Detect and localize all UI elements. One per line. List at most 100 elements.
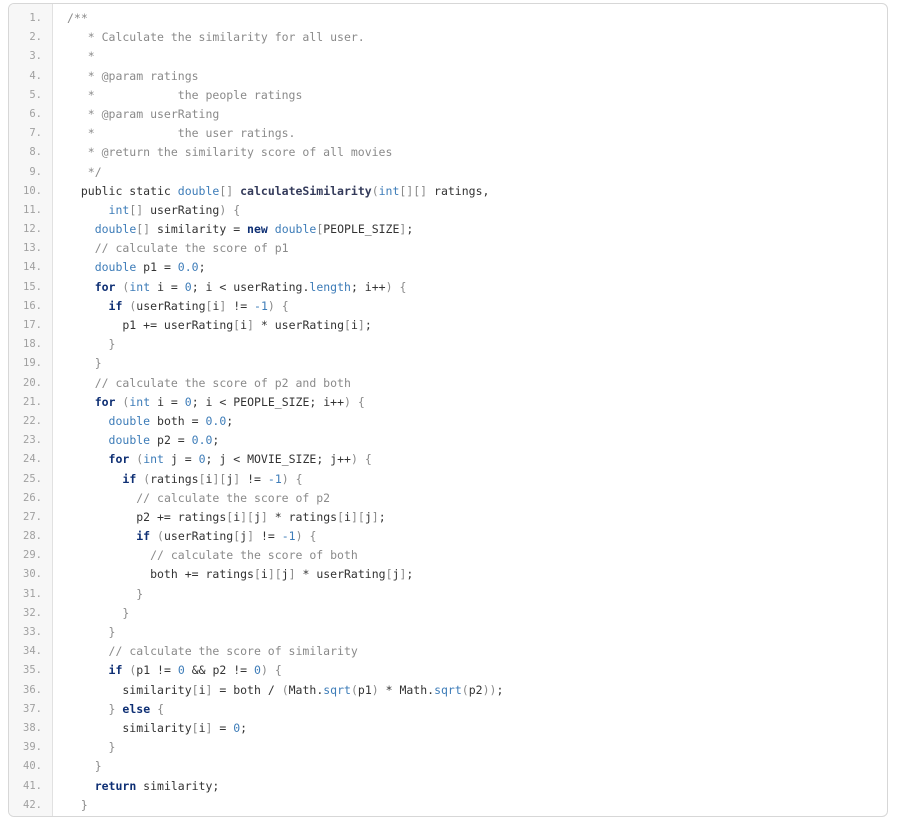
line-number: 39. [23,741,42,754]
line-number: 19. [23,357,42,370]
code-text: similarity[i] = 0; [67,720,248,735]
line-number: 27. [23,510,42,523]
code-line: 3. * [9,47,887,66]
code-text: return similarity; [94,778,220,793]
code-line: 5. * the people ratings [9,86,887,105]
code-text: if (userRating[i] != -1) { [108,298,289,313]
code-text: * @param ratings [67,68,199,83]
code-line: 31. } [9,585,887,604]
line-number: 3. [29,50,42,63]
code-text: // calculate the score of p2 and both [94,375,351,390]
code-line: 25. if (ratings[i][j] != -1) { [9,470,887,489]
code-line: 7. * the user ratings. [9,124,887,143]
code-line: 35. if (p1 != 0 && p2 != 0) { [9,661,887,680]
code-text: * the user ratings. [67,126,296,141]
code-line: 30. both += ratings[i][j] * userRating[j… [9,565,887,584]
code-text: double p2 = 0.0; [108,433,220,448]
code-text: * Calculate the similarity for all user. [67,30,365,45]
code-line: 19. } [9,354,887,373]
code-line: 33. } [9,623,887,642]
line-number: 4. [29,69,42,82]
code-text: */ [67,164,102,179]
code-text: // calculate the score of p1 [94,241,289,256]
code-lines: 1. /** 2. * Calculate the similarity for a… [9,9,887,815]
line-number: 40. [23,760,42,773]
code-line: 9. */ [9,163,887,182]
code-text: both += ratings[i][j] * userRating[j]; [67,567,414,582]
code-line: 24. for (int j = 0; j < MOVIE_SIZE; j++)… [9,450,887,469]
line-number: 2. [29,31,42,44]
code-line: 23. double p2 = 0.0; [9,431,887,450]
code-text: // calculate the score of both [150,548,358,563]
code-line: 18. } [9,335,887,354]
code-text: /** [67,11,88,25]
code-block: 1. /** 2. * Calculate the similarity for a… [8,3,888,817]
code-line: 27. p2 += ratings[i][j] * ratings[i][j]; [9,508,887,527]
line-number: 28. [23,530,42,543]
line-number: 36. [23,683,42,696]
line-number: 22. [23,414,42,427]
code-text: for (int j = 0; j < MOVIE_SIZE; j++) { [108,452,372,467]
code-text: p1 += userRating[i] * userRating[i]; [67,318,372,332]
code-text: * [67,49,95,64]
line-number: 11. [23,203,42,216]
code-text: } [108,337,116,352]
line-number: 32. [23,606,42,619]
code-text: for (int i = 0; i < PEOPLE_SIZE; i++) { [94,394,365,409]
code-line: 13. // calculate the score of p1 [9,239,887,258]
code-text: } [136,586,144,601]
code-text: if (p1 != 0 && p2 != 0) { [108,663,282,678]
code-line: 34. // calculate the score of similarity [9,642,887,661]
line-number: 5. [29,88,42,101]
line-number: 21. [23,395,42,408]
code-line: 4. * @param ratings [9,67,887,86]
code-text: } [108,740,116,755]
line-number: 31. [23,587,42,600]
code-line: 16. if (userRating[i] != -1) { [9,297,887,316]
line-number: 12. [23,223,42,236]
code-text: p2 += ratings[i][j] * ratings[i][j]; [67,509,386,524]
code-text: } [94,759,102,774]
code-line: 15. for (int i = 0; i < userRating.lengt… [9,278,887,297]
line-number: 20. [23,376,42,389]
code-line: 6. * @param userRating [9,105,887,124]
code-text: similarity[i] = both / (Math.sqrt(p1) * … [67,682,504,697]
code-line: 26. // calculate the score of p2 [9,489,887,508]
code-line: 37. } else { [9,700,887,719]
code-text: public static double[] calculateSimilari… [67,183,490,198]
code-text: int[] userRating) { [108,202,241,217]
line-number: 29. [23,549,42,562]
code-line: 14. double p1 = 0.0; [9,258,887,277]
code-text: * @return the similarity score of all mo… [67,145,393,160]
code-line: 22. double both = 0.0; [9,412,887,431]
code-text: if (userRating[j] != -1) { [136,529,317,544]
line-number: 9. [29,165,42,178]
line-number: 13. [23,242,42,255]
line-number: 41. [23,779,42,792]
line-number: 8. [29,146,42,159]
line-number: 34. [23,645,42,658]
code-line: 38. similarity[i] = 0; [9,719,887,738]
code-line: 17. p1 += userRating[i] * userRating[i]; [9,316,887,335]
line-number: 10. [23,184,42,197]
code-text: double[] similarity = new double[PEOPLE_… [94,222,414,237]
code-text: // calculate the score of similarity [108,644,358,659]
code-text: // calculate the score of p2 [136,490,331,505]
line-number: 35. [23,664,42,677]
code-line: 12. double[] similarity = new double[PEO… [9,220,887,239]
code-line: 39. } [9,738,887,757]
line-number: 16. [23,299,42,312]
code-line: 20. // calculate the score of p2 and bot… [9,374,887,393]
code-line: 40. } [9,757,887,776]
line-number: 33. [23,626,42,638]
code-text: } [80,797,88,812]
line-number: 1. [29,12,42,24]
code-text: double p1 = 0.0; [94,260,206,275]
line-number: 26. [23,491,42,504]
line-number: 17. [23,319,42,331]
line-number: 24. [23,453,42,466]
line-number: 25. [23,472,42,485]
code-text: } [122,605,130,620]
code-text: } [108,625,116,639]
code-text: double both = 0.0; [108,413,234,428]
